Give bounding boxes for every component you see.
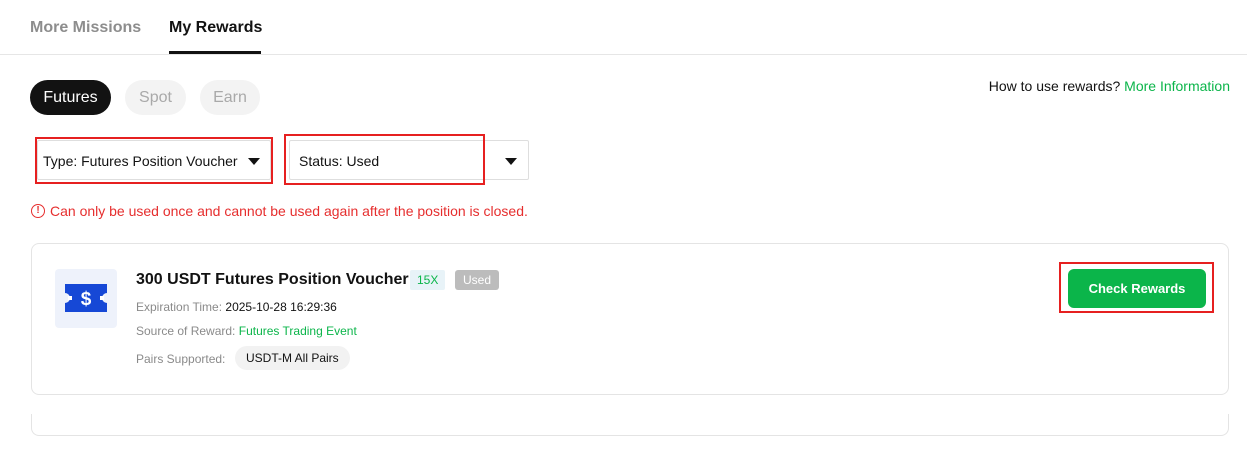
tab-more-missions[interactable]: More Missions [30,19,141,37]
svg-text:$: $ [81,289,92,310]
category-spot[interactable]: Spot [125,80,186,115]
expiration-value: 2025-10-28 16:29:36 [225,300,337,314]
status-badge: Used [455,270,500,290]
caret-down-icon [505,158,517,165]
warning-text: Can only be used once and cannot be used… [50,203,528,219]
more-information-link[interactable]: More Information [1124,78,1230,94]
source-label: Source of Reward: [136,324,236,338]
pairs-label: Pairs Supported: [136,352,226,366]
top-tab-bar: More Missions My Rewards [0,0,1247,55]
type-filter-select[interactable]: Type: Futures Position Voucher [37,140,271,180]
tab-my-rewards[interactable]: My Rewards [169,19,262,37]
category-earn[interactable]: Earn [200,80,260,115]
category-futures[interactable]: Futures [30,80,111,115]
check-rewards-button[interactable]: Check Rewards [1068,269,1206,308]
caret-down-icon [248,158,260,165]
leverage-badge: 15X [410,270,446,290]
expiration-row: Expiration Time: 2025-10-28 16:29:36 [136,300,337,314]
status-filter-select[interactable]: Status: Used [289,140,529,180]
next-card-partial [31,414,1229,436]
active-tab-indicator [169,51,261,54]
expiration-label: Expiration Time: [136,300,223,314]
source-value[interactable]: Futures Trading Event [239,324,357,338]
warning-icon: ! [31,204,45,218]
help-prefix: How to use rewards? [988,78,1121,94]
status-filter-value: Status: Used [299,153,380,169]
voucher-title: 300 USDT Futures Position Voucher [136,271,409,288]
dollar-ticket-icon: $ [55,269,117,328]
voucher-card: $ 300 USDT Futures Position Voucher 15X … [31,243,1229,395]
source-row: Source of Reward: Futures Trading Event [136,324,357,338]
warning-message: ! Can only be used once and cannot be us… [31,203,528,219]
type-filter-value: Type: Futures Position Voucher [43,153,238,169]
pairs-chip: USDT-M All Pairs [235,346,350,370]
help-text: How to use rewards? More Information [989,78,1230,94]
